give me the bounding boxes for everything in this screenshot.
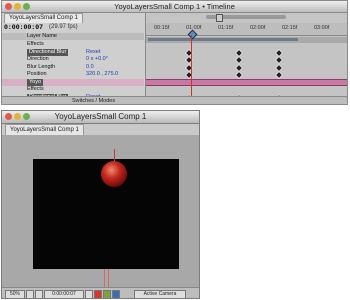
frame-rate: (29.97 fps) [49, 24, 78, 30]
property-row[interactable]: Direction 0 x +0.0° [2, 56, 144, 63]
yoyo-ball[interactable] [101, 161, 127, 187]
comp-viewer[interactable] [2, 135, 199, 287]
layer-duration-bar[interactable] [146, 78, 347, 86]
ruler-tick-label: 01:15f [218, 25, 234, 31]
property-value[interactable]: Reset [86, 49, 100, 56]
comp-title: YoyoLayersSmall Comp 1 [54, 112, 147, 121]
ruler-tick-label: 02:15f [282, 25, 298, 31]
timeline-window: YoyoLayersSmall Comp 1 • Timeline YoyoLa… [1, 0, 348, 105]
zoom-level[interactable]: 50% [5, 290, 25, 298]
timeline-title-bar[interactable]: YoyoLayersSmall Comp 1 • Timeline [2, 1, 347, 13]
current-time-indicator-line [191, 35, 192, 104]
property-name: Blur Length [27, 63, 56, 70]
view-select[interactable]: Active Camera [134, 290, 186, 298]
blue-channel-icon[interactable] [112, 290, 120, 298]
property-track[interactable] [146, 41, 347, 48]
green-channel-icon[interactable] [103, 290, 111, 298]
comp-bottom-bar: 50% 0:00:00:07 Active Camera [2, 287, 199, 298]
property-row[interactable]: Effects [2, 86, 144, 93]
zoom-slider-knob[interactable] [216, 14, 223, 22]
property-row[interactable]: Effects [2, 41, 144, 48]
layer-row[interactable]: Yoyo [2, 78, 144, 86]
layer-header: Layer Name [2, 33, 144, 40]
zoom-slider[interactable] [206, 14, 286, 22]
tab-comp[interactable]: YoyoLayersSmall Comp 1 [5, 124, 84, 135]
red-channel-icon[interactable] [94, 290, 102, 298]
motion-guide-line [108, 269, 109, 287]
time-ruler[interactable]: 00:15f 01:00f 01:15f 02:00f 02:15f 03:00f [146, 23, 347, 36]
ruler-tick-label: 03:00f [314, 25, 330, 31]
comp-time[interactable]: 0:00:00:07 [44, 290, 84, 298]
property-value[interactable]: 0 x +0.0° [86, 56, 108, 63]
property-row[interactable]: Directional Blur Reset [2, 48, 144, 56]
property-name: Position [27, 71, 47, 77]
switches-modes-toggle[interactable]: Switches / Modes [72, 97, 115, 104]
timeline-title: YoyoLayersSmall Comp 1 • Timeline [114, 2, 235, 11]
layer-name: Yoyo [27, 78, 44, 86]
current-time[interactable]: 0:00:00:07 [4, 23, 43, 32]
comp-frame[interactable] [33, 149, 179, 269]
composition-window: YoyoLayersSmall Comp 1 YoyoLayersSmall C… [1, 110, 200, 299]
comp-title-bar[interactable]: YoyoLayersSmall Comp 1 [2, 111, 199, 124]
property-name: Direction [27, 56, 49, 62]
grid-icon[interactable] [26, 290, 34, 298]
property-value[interactable]: 0.0 [86, 64, 94, 71]
timeline-bottom-bar: Switches / Modes [2, 96, 347, 104]
timeline-graph[interactable]: 00:15f 01:00f 01:15f 02:00f 02:15f 03:00f [145, 13, 347, 104]
ruler-tick-label: 02:00f [250, 25, 266, 31]
property-track[interactable] [146, 70, 347, 80]
property-track[interactable] [146, 86, 347, 93]
ruler-tick-label: 00:15f [154, 25, 170, 31]
property-name: Effects [27, 86, 44, 92]
tab-timeline-comp[interactable]: YoyoLayersSmall Comp 1 [4, 13, 83, 23]
motion-guide-line [104, 269, 105, 287]
property-name: Effects [27, 41, 44, 47]
property-track[interactable] [146, 63, 347, 72]
mask-icon[interactable] [35, 290, 43, 298]
property-track[interactable] [146, 48, 347, 57]
property-row[interactable]: Position 320.0 , 275.0 [2, 71, 144, 78]
property-name: Directional Blur [27, 48, 69, 56]
camera-icon[interactable] [85, 290, 93, 298]
property-row[interactable]: Blur Length 0.0 [2, 64, 144, 71]
layer-name-header[interactable]: Layer Name [27, 33, 57, 40]
property-track[interactable] [146, 55, 347, 65]
property-value[interactable]: 320.0 , 275.0 [86, 71, 118, 78]
